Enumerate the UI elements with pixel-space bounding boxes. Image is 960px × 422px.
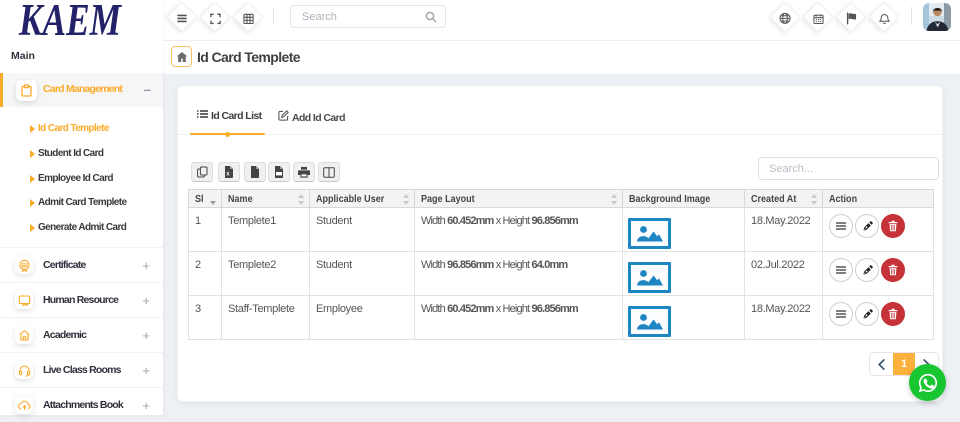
svg-text:KAEM: KAEM bbox=[18, 0, 122, 42]
